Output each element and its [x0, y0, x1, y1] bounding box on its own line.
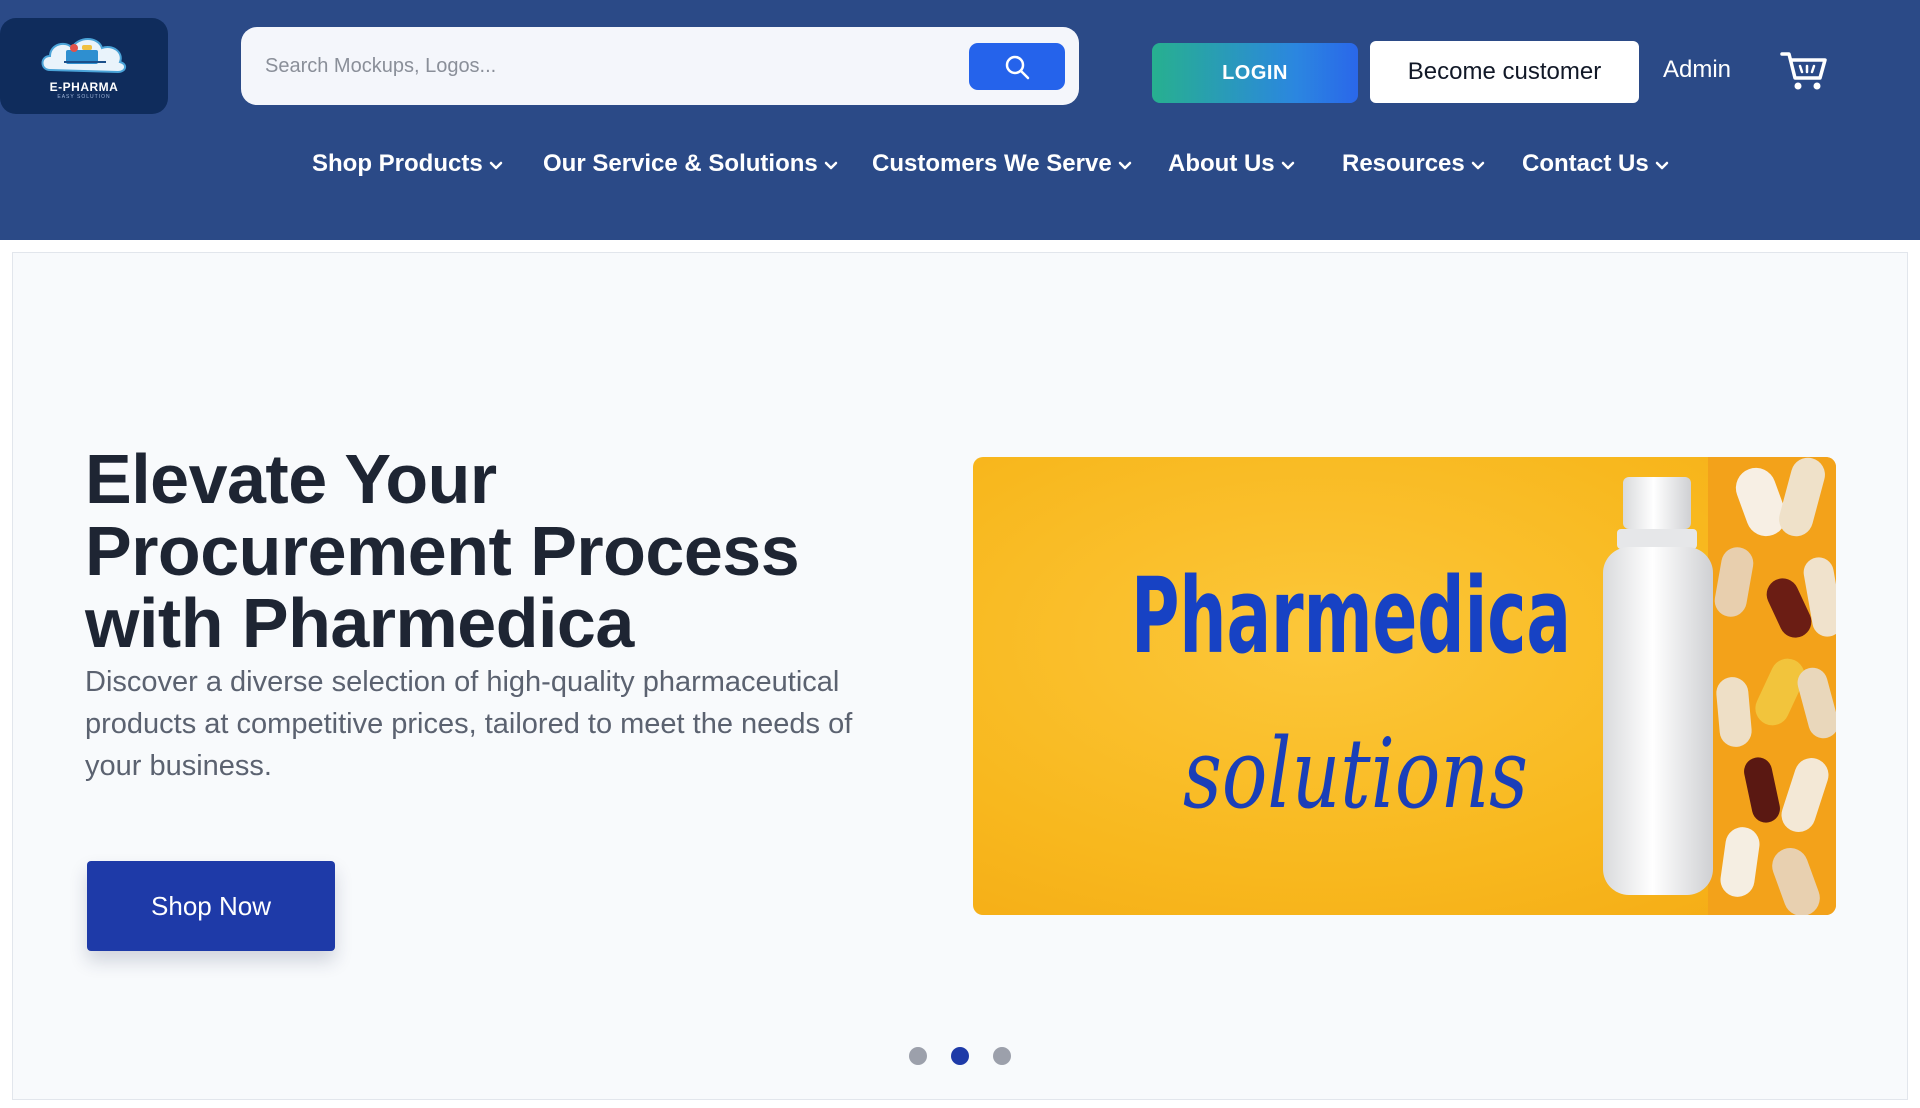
carousel-indicators [909, 1047, 1011, 1065]
cart-icon[interactable] [1780, 50, 1828, 92]
admin-link[interactable]: Admin [1663, 56, 1731, 84]
login-button[interactable]: LOGIN [1152, 43, 1358, 103]
carousel-dot[interactable] [993, 1047, 1011, 1065]
hero-carousel: Elevate Your Procurement Process with Ph… [12, 252, 1908, 1100]
logo-tagline: EASY SOLUTION [57, 94, 111, 100]
chevron-down-icon [1118, 161, 1131, 169]
carousel-dot-active[interactable] [951, 1047, 969, 1065]
hero-title: Elevate Your Procurement Process with Ph… [85, 443, 845, 659]
search-button[interactable] [969, 43, 1065, 90]
nav-item-customers[interactable]: Customers We Serve [872, 150, 1132, 178]
nav-item-label: About Us [1168, 150, 1275, 177]
chevron-down-icon [824, 161, 837, 169]
logo-cloud-icon [41, 38, 126, 74]
search-icon [1005, 55, 1030, 79]
chevron-down-icon [489, 161, 502, 169]
hero-description: Discover a diverse selection of high-qua… [85, 666, 853, 782]
chevron-down-icon [1471, 161, 1484, 169]
banner-subtitle: solutions [1183, 718, 1528, 830]
banner-title: Pharmedica [1131, 555, 1571, 677]
hero-title-line: Elevate Your [85, 440, 497, 518]
search-bar [241, 27, 1079, 105]
nav-item-label: Resources [1342, 150, 1465, 177]
chevron-down-icon [1655, 161, 1668, 169]
nav-item-label: Our Service & Solutions [543, 150, 818, 177]
logo[interactable]: E-PHARMA EASY SOLUTION [0, 18, 168, 114]
nav-item-label: Shop Products [312, 150, 483, 177]
hero-banner-image: Pharmedica solutions [973, 457, 1836, 915]
nav-item-shop-products[interactable]: Shop Products [312, 150, 503, 178]
carousel-dot[interactable] [909, 1047, 927, 1065]
nav-item-services[interactable]: Our Service & Solutions [543, 150, 838, 178]
hero-title-line: with Pharmedica [85, 584, 634, 662]
search-input[interactable] [241, 27, 941, 105]
pills-bottle-illustration: Pharmedica solutions [1131, 457, 1836, 915]
nav-item-resources[interactable]: Resources [1342, 150, 1485, 178]
chevron-down-icon [1281, 161, 1294, 169]
nav-item-label: Contact Us [1522, 150, 1649, 177]
site-header: E-PHARMA EASY SOLUTION LOGIN Become cust… [0, 0, 1920, 240]
nav-item-about[interactable]: About Us [1168, 150, 1295, 178]
hero-title-line: Procurement Process [85, 512, 800, 590]
logo-name: E-PHARMA [49, 80, 119, 94]
become-customer-button[interactable]: Become customer [1370, 41, 1639, 103]
shop-now-button[interactable]: Shop Now [87, 861, 335, 951]
nav-item-contact[interactable]: Contact Us [1522, 150, 1669, 178]
main-nav: Shop Products Our Service & Solutions Cu… [0, 150, 1920, 190]
nav-item-label: Customers We Serve [872, 150, 1112, 177]
